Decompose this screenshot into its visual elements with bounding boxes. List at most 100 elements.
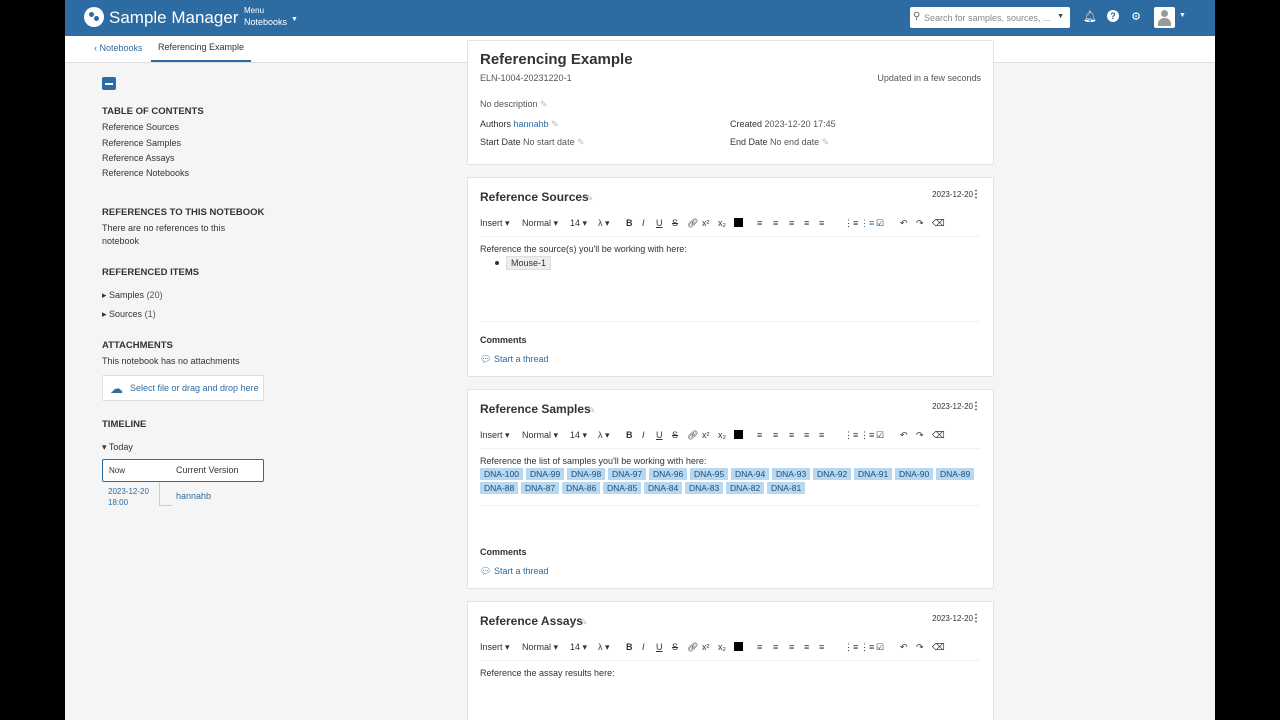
- style-dropdown[interactable]: Normal ▾: [522, 642, 558, 653]
- ordered-list-icon[interactable]: ⋮≡: [844, 218, 858, 229]
- sample-chip[interactable]: DNA-84: [644, 482, 683, 494]
- toc-item[interactable]: Reference Assays: [102, 153, 175, 163]
- link-icon[interactable]: 🔗︎: [687, 430, 698, 441]
- notebook-title[interactable]: Referencing Example: [480, 51, 633, 68]
- italic-button[interactable]: I: [642, 218, 645, 228]
- style-dropdown[interactable]: Normal ▾: [522, 218, 558, 229]
- superscript-button[interactable]: x²: [702, 642, 710, 652]
- menu-dropdown[interactable]: Notebooks: [244, 17, 287, 27]
- kebab-menu-icon[interactable]: ⋮: [971, 613, 981, 624]
- chevron-down-icon[interactable]: ▼: [1057, 13, 1064, 20]
- underline-button[interactable]: U: [656, 430, 663, 440]
- outdent-icon[interactable]: ≡: [819, 642, 824, 652]
- underline-button[interactable]: U: [656, 218, 663, 228]
- chevron-down-icon[interactable]: ▼: [291, 16, 298, 23]
- timeline-entry-date[interactable]: 2023-12-20 18:00: [108, 486, 149, 508]
- authors-value[interactable]: hannahb: [514, 119, 549, 129]
- align-center-icon[interactable]: ≡: [773, 218, 778, 228]
- pencil-icon[interactable]: ✎: [577, 137, 585, 147]
- sample-chip[interactable]: DNA-89: [936, 468, 975, 480]
- align-left-icon[interactable]: ≡: [757, 218, 762, 228]
- entry-body-text[interactable]: Reference the assay results here:: [480, 668, 615, 678]
- brand-name[interactable]: Sample Manager: [109, 8, 238, 28]
- entry-title[interactable]: Reference Samples: [480, 402, 591, 416]
- subscript-button[interactable]: x₂: [718, 218, 726, 228]
- bold-button[interactable]: B: [626, 642, 633, 652]
- align-right-icon[interactable]: ≡: [789, 642, 794, 652]
- strikethrough-button[interactable]: S: [672, 642, 678, 652]
- indent-icon[interactable]: ≡: [804, 430, 809, 440]
- start-thread-link[interactable]: 💬︎ Start a thread: [480, 566, 548, 577]
- align-center-icon[interactable]: ≡: [773, 642, 778, 652]
- pencil-icon[interactable]: ✎: [586, 193, 594, 204]
- pencil-icon[interactable]: ✎: [551, 119, 559, 129]
- sample-chip[interactable]: DNA-92: [813, 468, 852, 480]
- link-icon[interactable]: 🔗︎: [687, 642, 698, 653]
- help-icon[interactable]: ?: [1106, 10, 1120, 24]
- text-color-button[interactable]: [734, 218, 743, 227]
- sample-chip[interactable]: DNA-88: [480, 482, 519, 494]
- size-dropdown[interactable]: 14 ▾: [570, 430, 587, 441]
- lambda-dropdown[interactable]: λ ▾: [598, 642, 610, 653]
- sample-chip[interactable]: DNA-100: [480, 468, 523, 480]
- link-icon[interactable]: 🔗︎: [687, 218, 698, 229]
- italic-button[interactable]: I: [642, 430, 645, 440]
- bold-button[interactable]: B: [626, 218, 633, 228]
- pencil-icon[interactable]: ✎: [540, 99, 548, 109]
- timeline-group-toggle[interactable]: ▾ Today: [102, 442, 133, 453]
- bullet-list-icon[interactable]: ⋮≡: [860, 642, 874, 653]
- kebab-menu-icon[interactable]: ⋮: [971, 189, 981, 200]
- bold-button[interactable]: B: [626, 430, 633, 440]
- pencil-icon[interactable]: ✎: [822, 137, 830, 147]
- referenced-sources-toggle[interactable]: ▸ Sources (1): [102, 309, 156, 320]
- entry-title[interactable]: Reference Sources: [480, 190, 589, 204]
- strikethrough-button[interactable]: S: [672, 430, 678, 440]
- style-dropdown[interactable]: Normal ▾: [522, 430, 558, 441]
- entry-body-text[interactable]: Reference the source(s) you'll be workin…: [480, 244, 687, 254]
- bullet-list-icon[interactable]: ⋮≡: [860, 218, 874, 229]
- collapse-sidebar-button[interactable]: [102, 77, 116, 90]
- checklist-icon[interactable]: ☑: [876, 218, 884, 229]
- checklist-icon[interactable]: ☑: [876, 642, 884, 653]
- indent-icon[interactable]: ≡: [804, 642, 809, 652]
- chevron-down-icon[interactable]: ▼: [1179, 12, 1186, 19]
- gear-icon[interactable]: ⚙: [1129, 10, 1143, 24]
- breadcrumb-current-tab[interactable]: Referencing Example: [151, 36, 252, 62]
- undo-icon[interactable]: ↶: [900, 218, 908, 229]
- align-right-icon[interactable]: ≡: [789, 218, 794, 228]
- referenced-samples-toggle[interactable]: ▸ Samples (20): [102, 290, 163, 301]
- entry-title[interactable]: Reference Assays: [480, 614, 583, 628]
- toc-item[interactable]: Reference Samples: [102, 138, 181, 148]
- subscript-button[interactable]: x₂: [718, 430, 726, 440]
- size-dropdown[interactable]: 14 ▾: [570, 642, 587, 653]
- superscript-button[interactable]: x²: [702, 218, 710, 228]
- align-center-icon[interactable]: ≡: [773, 430, 778, 440]
- toc-item[interactable]: Reference Notebooks: [102, 168, 189, 178]
- subscript-button[interactable]: x₂: [718, 642, 726, 652]
- sample-chip[interactable]: DNA-94: [731, 468, 770, 480]
- align-left-icon[interactable]: ≡: [757, 430, 762, 440]
- sample-chip[interactable]: DNA-91: [854, 468, 893, 480]
- sample-chip[interactable]: DNA-86: [562, 482, 601, 494]
- sample-chip[interactable]: DNA-82: [726, 482, 765, 494]
- lambda-dropdown[interactable]: λ ▾: [598, 430, 610, 441]
- sample-chip[interactable]: DNA-96: [649, 468, 688, 480]
- sample-chip[interactable]: DNA-90: [895, 468, 934, 480]
- sample-chip[interactable]: DNA-81: [767, 482, 806, 494]
- superscript-button[interactable]: x²: [702, 430, 710, 440]
- sample-chip[interactable]: DNA-98: [567, 468, 606, 480]
- menu-label[interactable]: Menu: [244, 6, 264, 15]
- underline-button[interactable]: U: [656, 642, 663, 652]
- clear-format-icon[interactable]: ⌫: [932, 642, 945, 653]
- text-color-button[interactable]: [734, 642, 743, 651]
- lambda-dropdown[interactable]: λ ▾: [598, 218, 610, 229]
- align-right-icon[interactable]: ≡: [789, 430, 794, 440]
- sample-chip[interactable]: DNA-97: [608, 468, 647, 480]
- sample-chip[interactable]: DNA-95: [690, 468, 729, 480]
- timeline-current-entry[interactable]: Now Current Version: [102, 459, 264, 482]
- entry-body-text[interactable]: Reference the list of samples you'll be …: [480, 456, 706, 466]
- indent-icon[interactable]: ≡: [804, 218, 809, 228]
- align-left-icon[interactable]: ≡: [757, 642, 762, 652]
- notifications-bell-icon[interactable]: 🔔︎: [1083, 10, 1097, 24]
- kebab-menu-icon[interactable]: ⋮: [971, 401, 981, 412]
